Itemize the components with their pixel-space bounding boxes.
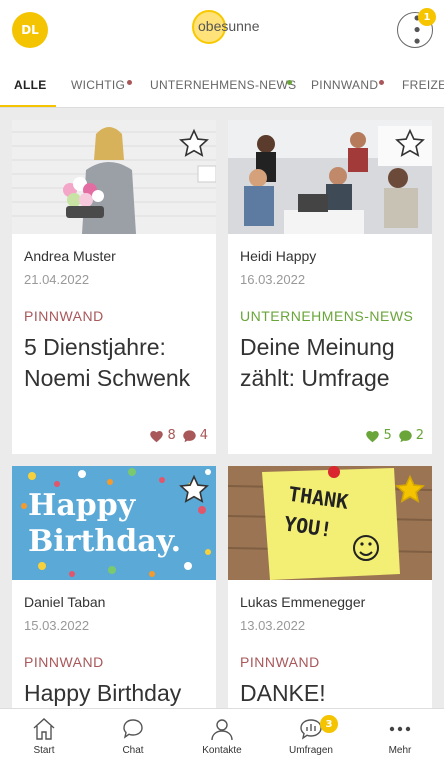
nav-start[interactable]: Start — [0, 709, 88, 768]
nav-label: Chat — [122, 745, 144, 756]
heart-icon — [366, 430, 380, 442]
post-card[interactable]: Heidi Happy 16.03.2022 UNTERNEHMENS-NEWS… — [228, 120, 432, 454]
like-count: 5 — [383, 428, 392, 443]
tab-alle[interactable]: ALLE — [14, 78, 47, 92]
post-title: Deine Meinung zählt: Umfrage — [240, 334, 395, 391]
heart-icon — [150, 430, 164, 442]
post-category: UNTERNEHMENS-NEWS — [240, 308, 414, 324]
bottom-navigation: Start Chat Kontakte Umfragen 3 Mehr — [0, 708, 444, 768]
post-card[interactable]: Happy Birthday. Daniel Taban 15.03.2022 … — [12, 466, 216, 708]
category-tabs: ALLE WICHTIG UNTERNEHMENS-NEWS PINNWAND … — [0, 64, 444, 108]
post-stats: 5 2 — [365, 428, 424, 443]
nav-mehr[interactable]: Mehr — [356, 709, 444, 768]
nav-kontakte[interactable]: Kontakte — [178, 709, 266, 768]
tab-pinnwand-dot — [379, 80, 384, 85]
post-date: 21.04.2022 — [24, 272, 90, 287]
post-title: DANKE! — [240, 680, 326, 706]
post-title: Happy Birthday — [24, 680, 182, 706]
comment-icon — [398, 429, 412, 442]
post-stats: 8 4 — [149, 428, 208, 443]
active-tab-indicator — [0, 105, 56, 107]
post-date: 13.03.2022 — [240, 618, 306, 633]
like-count: 8 — [167, 428, 176, 443]
favorite-star-icon[interactable] — [178, 128, 210, 160]
chat-icon — [123, 719, 143, 739]
home-icon — [33, 718, 55, 740]
post-author: Lukas Emmenegger — [240, 594, 366, 610]
note-image-text: THANK YOU! — [282, 481, 350, 542]
comment-count: 4 — [199, 428, 208, 443]
nav-label: Umfragen — [289, 745, 333, 756]
tab-news-dot — [287, 80, 292, 85]
post-date: 16.03.2022 — [240, 272, 306, 287]
comments[interactable]: 2 — [398, 428, 424, 443]
post-author: Daniel Taban — [24, 594, 106, 610]
tab-wichtig[interactable]: WICHTIG — [71, 78, 125, 92]
tab-unternehmens-news[interactable]: UNTERNEHMENS-NEWS — [150, 78, 296, 92]
app-header: DL obesunne ••• 1 — [0, 0, 444, 64]
post-title: 5 Dienstjahre: Noemi Schwenk — [24, 334, 191, 391]
comment-count: 2 — [415, 428, 424, 443]
more-icon — [389, 726, 411, 732]
umfragen-badge: 3 — [320, 715, 338, 733]
post-author: Heidi Happy — [240, 248, 317, 264]
post-category: PINNWAND — [24, 308, 104, 324]
nav-label: Kontakte — [202, 745, 242, 756]
tab-freizeit[interactable]: FREIZEIT — [402, 78, 444, 92]
nav-chat[interactable]: Chat — [89, 709, 177, 768]
favorite-star-icon[interactable] — [394, 474, 426, 506]
app-logo: obesunne — [188, 6, 260, 46]
comments[interactable]: 4 — [182, 428, 208, 443]
nav-umfragen[interactable]: Umfragen 3 — [267, 709, 355, 768]
post-category: PINNWAND — [24, 654, 104, 670]
tab-pinnwand[interactable]: PINNWAND — [311, 78, 378, 92]
post-card[interactable]: THANK YOU! Lukas Emmenegger 13.03.2022 P… — [228, 466, 432, 708]
post-author: Andrea Muster — [24, 248, 116, 264]
post-category: PINNWAND — [240, 654, 320, 670]
comment-icon — [182, 429, 196, 442]
logo-text: obesunne — [198, 18, 260, 34]
tab-wichtig-dot — [127, 80, 132, 85]
user-avatar[interactable]: DL — [12, 12, 48, 48]
post-card[interactable]: Andrea Muster 21.04.2022 PINNWAND 5 Dien… — [12, 120, 216, 454]
favorite-star-icon[interactable] — [178, 474, 210, 506]
favorite-star-icon[interactable] — [394, 128, 426, 160]
likes[interactable]: 5 — [365, 428, 392, 443]
notification-badge: 1 — [418, 8, 436, 26]
nav-label: Mehr — [388, 745, 412, 756]
likes[interactable]: 8 — [149, 428, 176, 443]
person-icon — [211, 719, 233, 741]
nav-label: Start — [33, 745, 55, 756]
post-date: 15.03.2022 — [24, 618, 90, 633]
